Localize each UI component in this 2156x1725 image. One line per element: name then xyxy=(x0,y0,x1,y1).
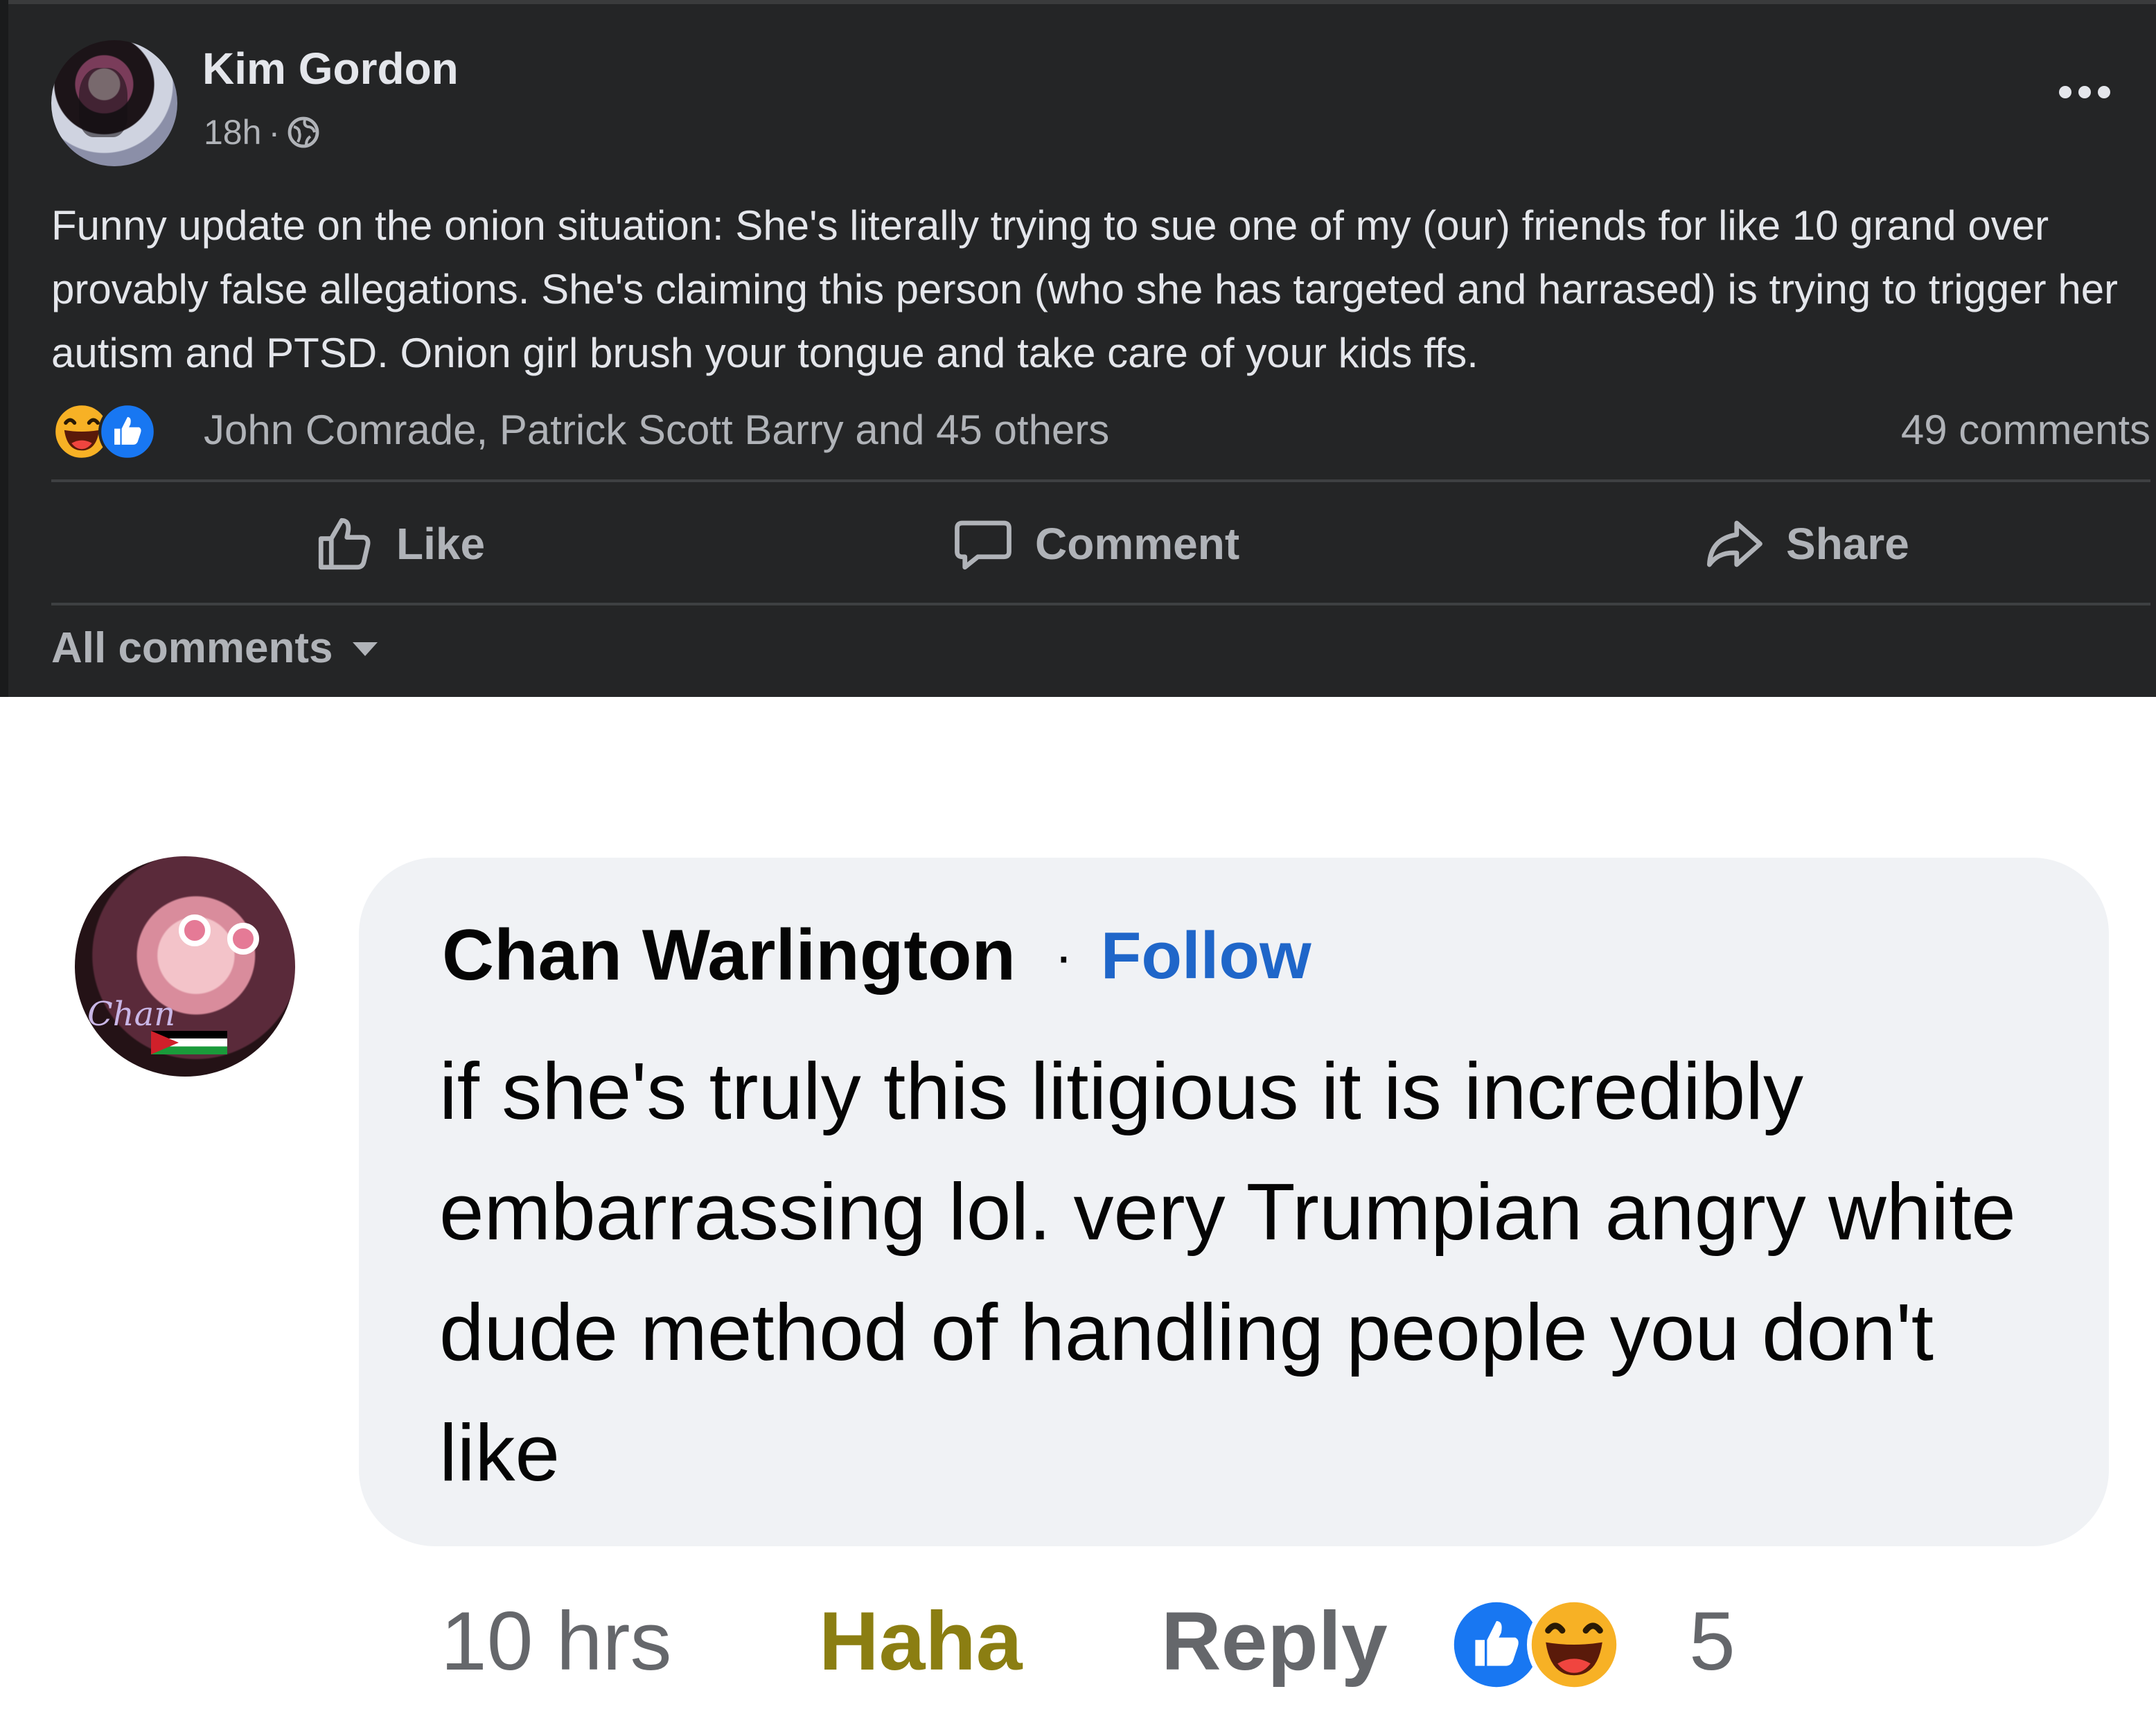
divider xyxy=(51,479,2150,482)
reactions-summary[interactable]: John Comrade, Patrick Scott Barry and 45… xyxy=(51,395,2150,464)
post-author-avatar[interactable] xyxy=(51,40,177,166)
haha-reaction-icon xyxy=(1527,1598,1621,1692)
comment-footer: 10 hrs Haha Reply 5 xyxy=(441,1593,2103,1697)
post-card: Kim Gordon 18h · Funny update on the oni… xyxy=(0,0,2156,697)
haha-button[interactable]: Haha xyxy=(819,1593,1022,1689)
post-body-text: Funny update on the onion situation: She… xyxy=(51,202,2119,376)
share-button[interactable]: Share xyxy=(1703,513,1909,575)
avatar-signature: Chan xyxy=(87,995,176,1034)
comment-header: Chan Warlington · Follow xyxy=(442,914,1311,997)
flag-icon xyxy=(151,1031,227,1054)
avatar-eye xyxy=(179,914,211,946)
comment-label: Comment xyxy=(1035,519,1240,569)
like-button[interactable]: Like xyxy=(313,513,485,575)
meta-separator: · xyxy=(268,113,281,152)
post-time[interactable]: 18h xyxy=(204,112,261,152)
globe-icon xyxy=(288,116,319,148)
header-separator: · xyxy=(1054,924,1073,987)
like-label: Like xyxy=(396,519,486,569)
comment-bubble: Chan Warlington · Follow if she's truly … xyxy=(359,858,2109,1546)
reply-button[interactable]: Reply xyxy=(1161,1593,1388,1689)
like-reaction-icon xyxy=(98,402,157,461)
commenter-name[interactable]: Chan Warlington xyxy=(442,914,1016,997)
caret-down-icon xyxy=(352,642,378,656)
comment-sort-label: All comments xyxy=(51,624,333,672)
comment-time[interactable]: 10 hrs xyxy=(441,1593,672,1689)
share-label: Share xyxy=(1786,519,1909,569)
comment-text: if she's truly this litigious it is incr… xyxy=(439,1046,2016,1498)
follow-button[interactable]: Follow xyxy=(1101,918,1311,994)
thumbs-up-icon xyxy=(318,518,371,570)
reaction-count[interactable]: 5 xyxy=(1689,1593,1735,1689)
more-options-icon[interactable] xyxy=(2055,82,2114,103)
share-arrow-icon xyxy=(1707,520,1762,567)
post-author-name[interactable]: Kim Gordon xyxy=(202,43,459,94)
commenter-avatar[interactable]: Chan xyxy=(75,856,295,1077)
post-actions: Like Comment Share xyxy=(51,485,2150,603)
divider xyxy=(51,603,2150,605)
reaction-names[interactable]: John Comrade, Patrick Scott Barry and 45… xyxy=(204,406,1109,454)
comment-bubble-icon xyxy=(955,520,1011,570)
reaction-icons xyxy=(51,398,169,461)
top-divider xyxy=(8,0,2156,4)
comments-count[interactable]: 49 comments xyxy=(1901,406,2150,454)
comment-sort-dropdown[interactable]: All comments xyxy=(51,623,380,673)
comment-reactions[interactable] xyxy=(1449,1593,1643,1697)
avatar-eye xyxy=(227,923,259,955)
comment-button[interactable]: Comment xyxy=(952,513,1239,575)
post-meta: 18h · xyxy=(204,112,320,152)
